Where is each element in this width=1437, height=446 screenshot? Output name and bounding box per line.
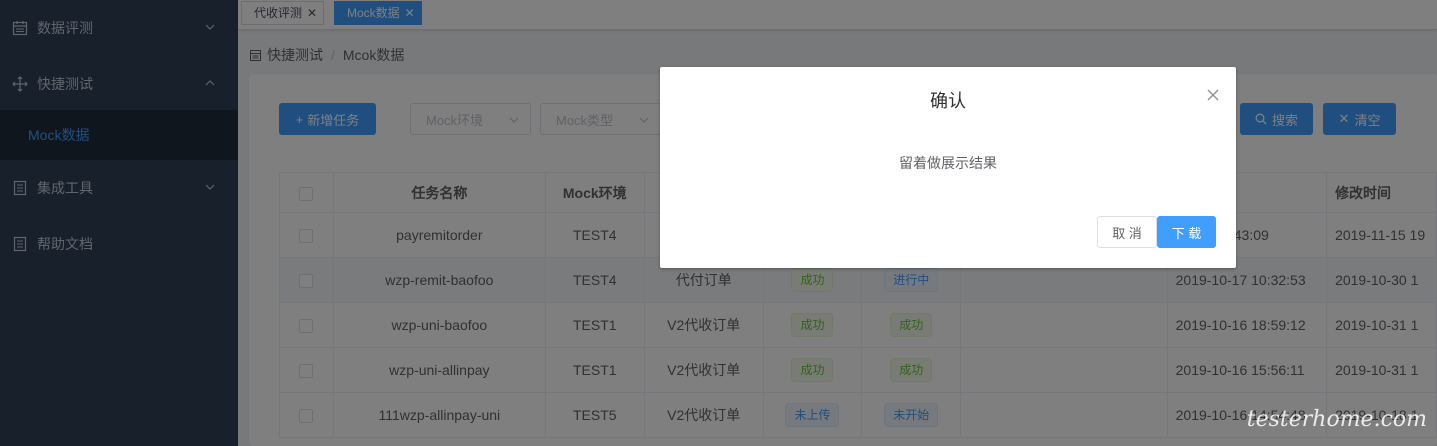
dialog-message: 留着做展示结果 — [899, 155, 997, 171]
close-icon[interactable] — [1206, 88, 1220, 102]
download-button[interactable]: 下 载 — [1157, 216, 1216, 248]
dialog-title: 确认 — [930, 91, 966, 111]
watermark-text: testerhome.com — [1247, 407, 1427, 432]
watermark: testerhome.com — [1247, 407, 1427, 432]
cancel-button[interactable]: 取 消 — [1097, 216, 1157, 248]
confirm-dialog: 确认 留着做展示结果 取 消 下 载 — [660, 67, 1236, 268]
